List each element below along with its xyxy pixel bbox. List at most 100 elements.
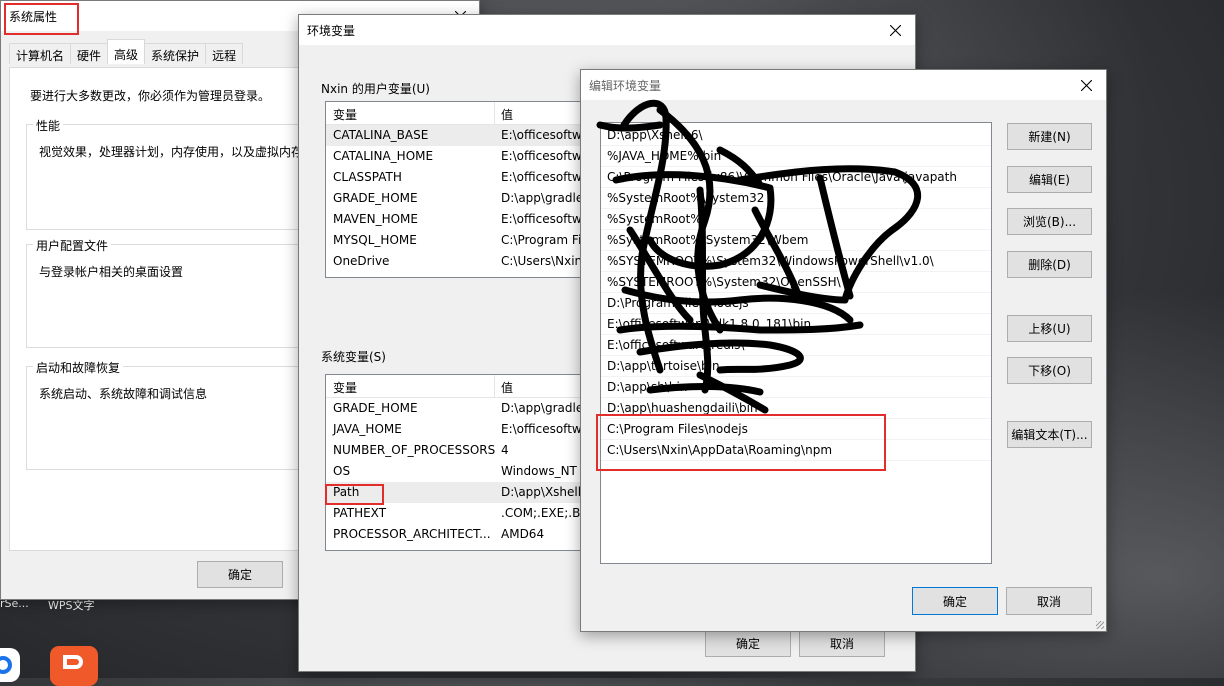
list-item[interactable]: %SystemRoot% (601, 209, 991, 230)
variable-value: C:\Program Fi (501, 233, 582, 247)
list-item[interactable]: %SYSTEMROOT%\System32\OpenSSH\ (601, 272, 991, 293)
startup-recovery-label: 启动和故障恢复 (33, 359, 124, 376)
path-entry-text: E:\officesoftware\jdk1.8.0_181\bin (607, 317, 812, 331)
performance-group: 性能 视觉效果，处理器计划，内存使用，以及虚拟内存 (26, 117, 326, 230)
column-value[interactable]: 值 (501, 379, 513, 396)
move-down-button[interactable]: 下移(O) (1007, 357, 1092, 384)
table-row[interactable]: MYSQL_HOME C:\Program Fi (326, 230, 596, 251)
list-item[interactable]: D:\app\tortoise\bin (601, 356, 991, 377)
path-entry-text: E:\officesoftware\redis\ (607, 338, 745, 352)
table-row[interactable]: OS Windows_NT (326, 461, 596, 482)
list-item[interactable]: E:\officesoftware\redis\ (601, 335, 991, 356)
edit-ok-button[interactable]: 确定 (912, 587, 998, 615)
list-item[interactable]: D:\app\sh\bin (601, 377, 991, 398)
column-variable[interactable]: 变量 (333, 379, 357, 396)
variable-value: D:\app\gradle (501, 191, 584, 205)
table-row[interactable]: GRADE_HOME D:\app\gradle (326, 188, 596, 209)
variable-value: E:\officesoftwa (501, 170, 590, 184)
variable-value: C:\Users\Nxin (501, 254, 583, 268)
edit-environment-variable-dialog: 编辑环境变量 D:\app\Xshell 6\ %JAVA_HOME%\bin C:… (580, 69, 1107, 632)
table-row[interactable]: Path D:\app\Xshell (326, 482, 596, 503)
list-item[interactable]: %JAVA_HOME%\bin (601, 146, 991, 167)
list-item[interactable]: D:\Program Files\nodejs (601, 293, 991, 314)
variable-value: 4 (501, 443, 509, 457)
variable-value: E:\officesoftwa (501, 128, 590, 142)
variable-value: Windows_NT (501, 464, 577, 478)
variable-name: CATALINA_HOME (333, 149, 434, 163)
close-icon[interactable] (1066, 70, 1106, 100)
variable-name: GRADE_HOME (333, 401, 418, 415)
variable-value: E:\officesoftwa (501, 422, 590, 436)
admin-notice: 要进行大多数更改，你必须作为管理员登录。 (30, 89, 271, 103)
tab-bar: 计算机名 硬件 高级 系统保护 远程 (9, 39, 244, 67)
delete-button[interactable]: 删除(D) (1007, 251, 1092, 278)
table-row[interactable]: CATALINA_HOME E:\officesoftwa (326, 146, 596, 167)
list-item[interactable]: C:\Program Files\nodejs (601, 419, 991, 440)
variable-value: D:\app\gradle (501, 401, 584, 415)
variable-name: CATALINA_BASE (333, 128, 429, 142)
sysprops-ok-button[interactable]: 确定 (197, 561, 283, 588)
new-button[interactable]: 新建(N) (1007, 123, 1092, 150)
table-row[interactable]: OneDrive C:\Users\Nxin (326, 251, 596, 272)
variable-value: E:\officesoftwa (501, 149, 590, 163)
variable-name: NUMBER_OF_PROCESSORS (333, 443, 496, 457)
user-profile-label: 用户配置文件 (33, 237, 112, 254)
edit-button[interactable]: 编辑(E) (1007, 166, 1092, 193)
tab-hardware[interactable]: 硬件 (70, 43, 109, 64)
browse-button[interactable]: 浏览(B)... (1007, 208, 1092, 235)
table-row[interactable]: PROCESSOR_ARCHITECT... AMD64 (326, 524, 596, 545)
list-item[interactable]: E:\officesoftware\jdk1.8.0_181\bin (601, 314, 991, 335)
path-entry-text: D:\app\huashengdaili\bin (607, 401, 758, 415)
user-profile-group: 用户配置文件 与登录帐户相关的桌面设置 (26, 237, 326, 348)
envvars-ok-button[interactable]: 确定 (705, 630, 791, 657)
window-title: 系统属性 (9, 9, 58, 24)
list-item[interactable]: %SystemRoot%\system32 (601, 188, 991, 209)
variable-value: .COM;.EXE;.BA (501, 506, 589, 520)
table-row[interactable]: JAVA_HOME E:\officesoftwa (326, 419, 596, 440)
edit-text-button[interactable]: 编辑文本(T)... (1007, 421, 1092, 448)
path-entry-text: %SYSTEMROOT%\System32\WindowsPowerShell\… (607, 254, 934, 268)
tab-computer-name[interactable]: 计算机名 (9, 43, 72, 64)
system-variables-label: 系统变量(S) (321, 350, 386, 364)
edit-cancel-button[interactable]: 取消 (1006, 587, 1092, 615)
path-entry-text: D:\app\Xshell 6\ (607, 128, 703, 142)
user-variables-list[interactable]: 变量 值 CATALINA_BASE E:\officesoftwa CATALIN… (325, 101, 597, 278)
list-header: 变量 值 (326, 375, 596, 398)
variable-value: E:\officesoftwa (501, 212, 590, 226)
path-entry-text: C:\Users\Nxin\AppData\Roaming\npm (607, 443, 833, 457)
list-item[interactable]: C:\Users\Nxin\AppData\Roaming\npm (601, 440, 991, 461)
column-variable[interactable]: 变量 (333, 106, 357, 123)
list-item[interactable]: %SYSTEMROOT%\System32\WindowsPowerShell\… (601, 251, 991, 272)
envvars-cancel-button[interactable]: 取消 (799, 630, 885, 657)
system-variables-list[interactable]: 变量 值 GRADE_HOME D:\app\gradle JAVA_HOME E:\… (325, 374, 597, 551)
list-item[interactable]: %SystemRoot%\System32\Wbem (601, 230, 991, 251)
table-row[interactable]: MAVEN_HOME E:\officesoftwa (326, 209, 596, 230)
variable-name: PATHEXT (333, 506, 387, 520)
path-entry-text: %SystemRoot% (607, 212, 702, 226)
close-icon[interactable] (875, 15, 915, 45)
resize-grip-icon[interactable] (1096, 621, 1104, 629)
app-icon-blue[interactable] (0, 648, 20, 682)
table-row[interactable]: GRADE_HOME D:\app\gradle (326, 398, 596, 419)
list-item[interactable]: D:\app\Xshell 6\ (601, 125, 991, 146)
path-entry-text: %SYSTEMROOT%\System32\OpenSSH\ (607, 275, 841, 289)
column-value[interactable]: 值 (501, 106, 513, 123)
table-row[interactable]: CLASSPATH E:\officesoftwa (326, 167, 596, 188)
path-entry-text: %JAVA_HOME%\bin (607, 149, 722, 163)
table-row[interactable]: CATALINA_BASE E:\officesoftwa (326, 125, 596, 146)
move-up-button[interactable]: 上移(U) (1007, 315, 1092, 342)
user-variables-label: Nxin 的用户变量(U) (321, 82, 430, 96)
table-row[interactable]: PATHEXT .COM;.EXE;.BA (326, 503, 596, 524)
list-item[interactable]: D:\app\huashengdaili\bin (601, 398, 991, 419)
tab-advanced[interactable]: 高级 (107, 39, 146, 64)
tab-system-protection[interactable]: 系统保护 (144, 43, 207, 64)
window-title: 编辑环境变量 (589, 78, 662, 93)
tab-remote[interactable]: 远程 (205, 43, 244, 64)
table-row[interactable]: NUMBER_OF_PROCESSORS 4 (326, 440, 596, 461)
path-entries-list[interactable]: D:\app\Xshell 6\ %JAVA_HOME%\bin C:\Progra… (600, 122, 992, 564)
path-entry-text: %SystemRoot%\system32 (607, 191, 765, 205)
list-item[interactable]: C:\Program Files (x86)\Common Files\Orac… (601, 167, 991, 188)
wps-pdf-icon[interactable] (50, 646, 98, 686)
variable-value: D:\app\Xshell (501, 485, 582, 499)
variable-name: PROCESSOR_ARCHITECT... (333, 527, 491, 541)
